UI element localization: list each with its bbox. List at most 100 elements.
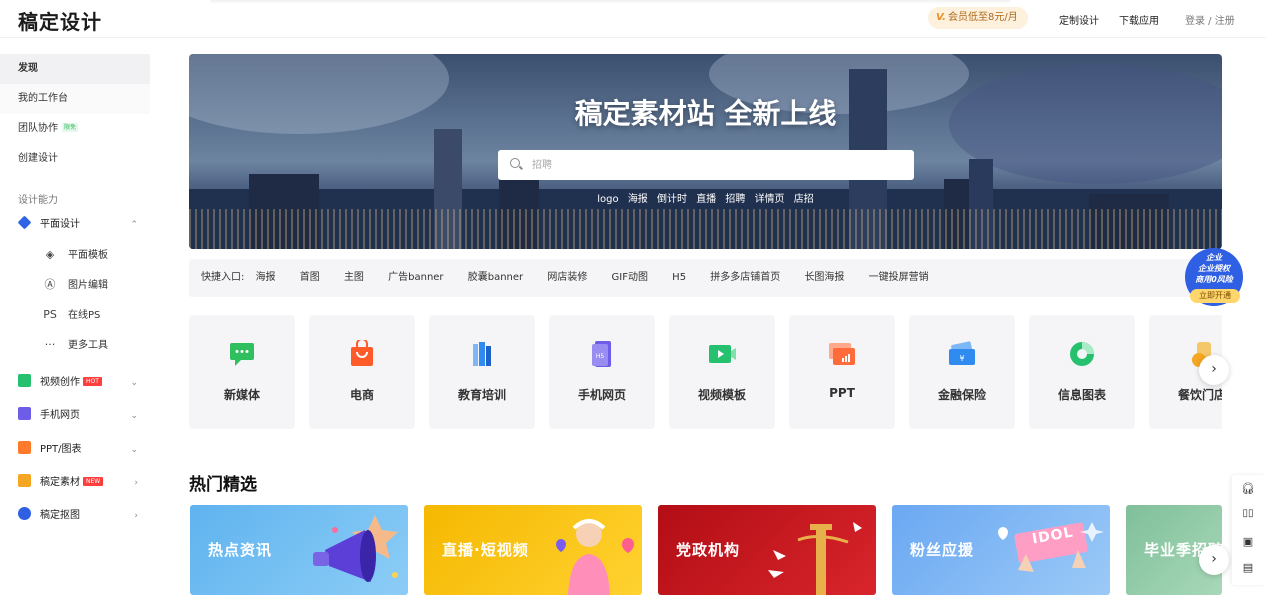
category-card-mobile-web[interactable]: H5 手机网页 <box>549 315 655 429</box>
category-card-finance[interactable]: ¥ 金融保险 <box>909 315 1015 429</box>
ppt-icon <box>18 441 31 454</box>
hot-word[interactable]: 店招 <box>794 194 814 205</box>
hot-card-government[interactable]: 党政机构 <box>658 505 876 595</box>
quick-entry-item[interactable]: 长图海报 <box>804 272 844 283</box>
quick-entry-item[interactable]: 网店装修 <box>547 272 587 283</box>
hot-word[interactable]: 详情页 <box>755 194 785 205</box>
sidebar-group-label: 视频创作 <box>40 377 80 388</box>
hot-next-button[interactable]: › <box>1199 545 1229 575</box>
category-label: 手机网页 <box>577 388 626 402</box>
pie-chart-icon <box>1070 342 1094 366</box>
hot-word[interactable]: 招聘 <box>725 194 745 205</box>
category-next-button[interactable]: › <box>1199 355 1229 385</box>
sidebar-group-label: 手机网页 <box>40 410 80 421</box>
cutout-icon <box>18 507 31 520</box>
category-card-infographic[interactable]: 信息图表 <box>1029 315 1135 429</box>
category-label: 电商 <box>349 388 374 402</box>
sidebar-group-graphic[interactable]: 平面设计 ⌃ <box>17 214 148 236</box>
sidebar-group-label: 平面设计 <box>40 219 80 230</box>
hot-card-fans[interactable]: 粉丝应援 IDOL <box>892 505 1110 595</box>
quick-entry-item[interactable]: 主图 <box>344 272 364 283</box>
right-toolbar: 🎧︎ ▯▯ ▣ ▤ <box>1232 475 1266 585</box>
quick-entry-item[interactable]: 一键投屏营销 <box>869 272 929 283</box>
chat-icon <box>230 343 254 366</box>
sidebar-sub-more[interactable]: ··· 更多工具 <box>42 335 108 355</box>
search-input[interactable] <box>532 150 902 180</box>
enterprise-promo-badge[interactable]: 企业 企业授权 商用0风险 立即开通 <box>1185 248 1243 306</box>
sidebar-group-label: 稿定抠图 <box>40 510 80 521</box>
enterprise-badge-line1: 企业 <box>1206 253 1222 262</box>
custom-design-link[interactable]: 定制设计 <box>1059 12 1099 27</box>
quick-entry-item[interactable]: H5 <box>672 272 686 283</box>
category-card-video[interactable]: 视频模板 <box>669 315 775 429</box>
sidebar-sub-template[interactable]: ◈ 平面模板 <box>42 245 108 265</box>
sidebar-item-workspace[interactable]: 我的工作台 <box>0 84 150 114</box>
sidebar-item-create[interactable]: 创建设计 <box>0 144 150 174</box>
quick-entry-item[interactable]: 胶囊banner <box>468 272 523 283</box>
sidebar-sub-ps[interactable]: PS 在线PS <box>42 305 100 325</box>
hot-card-label: 党政机构 <box>676 541 741 559</box>
hot-section-title: 热门精选 <box>189 475 257 495</box>
sidebar-sub-image-edit[interactable]: Ⓐ 图片编辑 <box>42 275 109 295</box>
hot-word[interactable]: 倒计时 <box>657 194 687 205</box>
enterprise-badge-line3: 商用0风险 <box>1195 275 1233 284</box>
quick-entry-label: 快捷入口: <box>201 272 245 283</box>
more-icon: ··· <box>44 338 56 351</box>
sidebar: 发现 我的工作台 团队协作 限免 创建设计 设计能力 平面设计 ⌃ ◈ 平面模板 Ⓐ… <box>0 38 160 608</box>
sidebar-group-video[interactable]: 视频创作 HOT ⌄ <box>18 372 148 394</box>
search-bar[interactable] <box>498 150 914 180</box>
hot-card-news[interactable]: 热点资讯 <box>190 505 408 595</box>
sidebar-group-cutout[interactable]: 稿定抠图 › <box>18 505 148 527</box>
member-promo-button[interactable]: V. 会员低至8元/月 <box>928 7 1028 29</box>
hot-card-live[interactable]: 直播·短视频 <box>424 505 642 595</box>
svg-text:H5: H5 <box>596 353 605 360</box>
sidebar-sub-label: 在线PS <box>68 310 101 321</box>
quick-entry-item[interactable]: GIF动图 <box>612 272 648 283</box>
download-app-link[interactable]: 下载应用 <box>1119 12 1159 27</box>
video-icon <box>709 345 736 363</box>
logo[interactable]: 稿定设计 <box>18 6 102 35</box>
city-lights <box>189 209 1222 249</box>
hot-card-label: 粉丝应援 <box>910 541 975 559</box>
sidebar-item-discover[interactable]: 发现 <box>0 54 150 84</box>
quick-entry-item[interactable]: 海报 <box>256 272 276 283</box>
sidebar-section-title: 设计能力 <box>18 195 58 206</box>
enterprise-cta-button[interactable]: 立即开通 <box>1190 289 1240 303</box>
headset-icon[interactable]: 🎧︎ <box>1241 482 1255 496</box>
category-label: 金融保险 <box>937 388 986 402</box>
sidebar-item-team[interactable]: 团队协作 限免 <box>0 114 150 144</box>
category-card-ecommerce[interactable]: 电商 <box>309 315 415 429</box>
sidebar-item-team-label: 团队协作 <box>18 123 58 134</box>
megaphone-icon <box>313 515 398 582</box>
folder-icon <box>18 474 31 487</box>
enterprise-badge-line2: 企业授权 <box>1198 264 1230 273</box>
edit-icon: Ⓐ <box>44 278 56 291</box>
sidebar-group-h5[interactable]: 手机网页 ⌄ <box>18 405 148 427</box>
sidebar-group-ppt[interactable]: PPT/图表 ⌄ <box>18 439 148 461</box>
quick-entry-item[interactable]: 首图 <box>300 272 320 283</box>
hot-word[interactable]: logo <box>597 194 618 205</box>
qr-search-icon[interactable]: ▣ <box>1241 535 1255 549</box>
category-label: 信息图表 <box>1057 388 1106 402</box>
hot-word[interactable]: 海报 <box>628 194 648 205</box>
books-icon <box>473 342 491 366</box>
chevron-right-icon: › <box>134 511 138 521</box>
category-card-new-media[interactable]: 新媒体 <box>189 315 295 429</box>
category-card-ppt[interactable]: PPT <box>789 315 895 429</box>
chevron-up-icon: ⌃ <box>130 220 138 230</box>
login-register-link[interactable]: 登录 / 注册 <box>1185 12 1235 27</box>
category-label: 教育培训 <box>457 388 506 402</box>
quick-entry-item[interactable]: 广告banner <box>388 272 443 283</box>
vip-icon: V. <box>936 12 946 23</box>
hot-word[interactable]: 直播 <box>696 194 716 205</box>
video-icon <box>18 374 31 387</box>
category-card-education[interactable]: 教育培训 <box>429 315 535 429</box>
quick-entry-item[interactable]: 拼多多店铺首页 <box>710 272 780 283</box>
top-header: 稿定设计 V. 会员低至8元/月 定制设计 下载应用 登录 / 注册 <box>0 0 1266 38</box>
tablet-icon[interactable]: ▯▯ <box>1241 508 1255 522</box>
feedback-icon[interactable]: ▤ <box>1241 561 1255 575</box>
category-label: 新媒体 <box>223 388 260 402</box>
sidebar-sub-label: 平面模板 <box>68 250 108 261</box>
sidebar-group-material[interactable]: 稿定素材 NEW › <box>18 472 148 494</box>
header-shadow <box>210 0 1010 4</box>
